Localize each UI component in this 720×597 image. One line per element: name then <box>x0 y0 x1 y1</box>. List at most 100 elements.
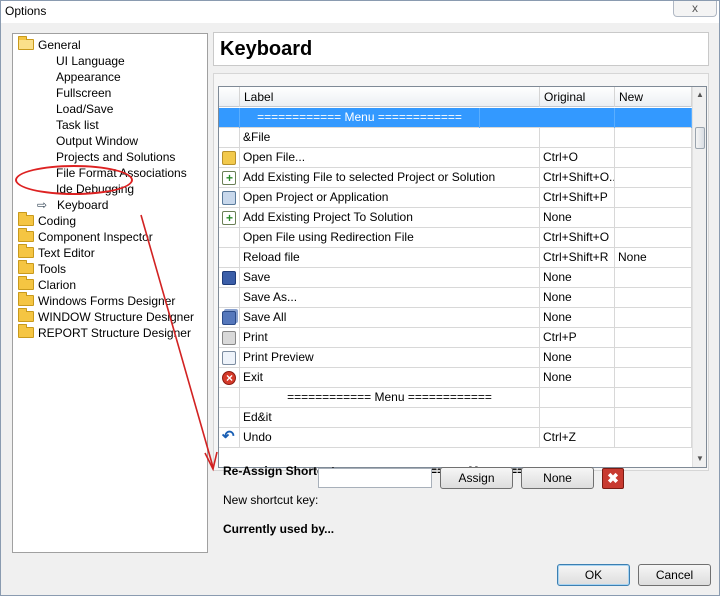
cell-original: Ctrl+Shift+O... <box>540 168 615 188</box>
tree-item-ui-language[interactable]: UI Language <box>56 53 125 69</box>
cell-label: Add Existing Project To Solution <box>240 208 540 228</box>
row-icon-cell <box>219 288 240 308</box>
tree-item-projects-and-solutions[interactable]: Projects and Solutions <box>56 149 175 165</box>
table-row[interactable]: Save As... None <box>219 288 692 308</box>
tree-item-report-structure-designer[interactable]: REPORT Structure Designer <box>18 324 191 341</box>
tree-item-label: General <box>38 38 81 52</box>
cell-original: Ctrl+Shift+O <box>540 228 615 248</box>
tree-item-label: Clarion <box>38 278 77 292</box>
section-header: Keyboard <box>213 32 709 66</box>
tree-item-label: Tools <box>38 262 67 276</box>
tree-item-component-inspector[interactable]: Component Inspector <box>18 228 153 245</box>
tree-item-task-list[interactable]: Task list <box>56 117 99 133</box>
folder-icon <box>18 260 34 274</box>
tree-item-window-structure-designer[interactable]: WINDOW Structure Designer <box>18 308 195 325</box>
folder-icon <box>18 276 34 290</box>
folder-icon <box>18 228 34 242</box>
undo-icon: ↶ <box>222 428 235 445</box>
table-row[interactable]: &File <box>219 128 692 148</box>
tree-item-clarion[interactable]: Clarion <box>18 276 77 293</box>
scroll-down-icon[interactable]: ▼ <box>693 451 706 467</box>
tree-item-keyboard[interactable]: ⇨ Keyboard <box>37 197 108 213</box>
column-header-original[interactable]: Original <box>540 87 615 107</box>
cell-new <box>615 168 692 188</box>
cell-original: Ctrl+O <box>540 148 615 168</box>
tree-item-output-window[interactable]: Output Window <box>56 133 138 149</box>
table-row[interactable]: ExitNone <box>219 368 692 388</box>
table-row[interactable]: Open Project or Application Ctrl+Shift+P <box>219 188 692 208</box>
cell-new <box>615 208 692 228</box>
tree-item-general[interactable]: General <box>18 36 81 53</box>
cell-original <box>540 128 615 148</box>
cell-label: Save <box>240 268 540 288</box>
folder-icon <box>18 244 34 258</box>
column-header-new[interactable]: New <box>615 87 692 107</box>
row-icon-cell <box>219 168 240 188</box>
folder-icon <box>18 292 34 306</box>
tree-item-label: WINDOW Structure Designer <box>38 310 195 324</box>
none-button[interactable]: None <box>521 467 594 489</box>
table-row[interactable]: ============ Menu ============ <box>219 388 692 408</box>
table-row[interactable]: Open File... Ctrl+O <box>219 148 692 168</box>
scroll-up-icon[interactable]: ▲ <box>693 87 706 103</box>
new-shortcut-label: New shortcut key: <box>223 493 319 507</box>
save-all-icon <box>222 311 236 325</box>
vertical-scrollbar[interactable]: ▲ ▼ <box>692 87 706 467</box>
cell-new <box>615 328 692 348</box>
grid-header-icon-col <box>219 87 240 107</box>
table-row[interactable]: ↶ Undo Ctrl+Z <box>219 428 692 448</box>
tree-item-text-editor[interactable]: Text Editor <box>18 244 95 261</box>
tree-item-load-save[interactable]: Load/Save <box>56 101 113 117</box>
tree-item-fullscreen[interactable]: Fullscreen <box>56 85 111 101</box>
table-row[interactable]: Add Existing File to selected Project or… <box>219 168 692 188</box>
save-icon <box>222 271 236 285</box>
clear-shortcut-button[interactable]: ✖ <box>602 468 624 489</box>
options-tree[interactable]: General UI Language Appearance Fullscreen Lo… <box>12 33 208 553</box>
table-row[interactable]: Print Preview None <box>219 348 692 368</box>
row-icon-cell <box>219 208 240 228</box>
cell-new <box>615 388 692 408</box>
tree-item-label: UI Language <box>56 54 125 68</box>
tree-item-label: Load/Save <box>56 102 114 116</box>
table-row[interactable]: Reload file Ctrl+Shift+R None <box>219 248 692 268</box>
tree-item-coding[interactable]: Coding <box>18 212 76 229</box>
close-button[interactable]: x <box>673 1 717 17</box>
tree-item-label: Text Editor <box>38 246 95 260</box>
cell-new <box>615 268 692 288</box>
table-row[interactable]: ============ Menu ============ <box>219 108 692 128</box>
row-icon-cell <box>219 308 240 328</box>
scroll-thumb[interactable] <box>695 127 705 149</box>
row-icon-cell <box>219 188 240 208</box>
shortcut-grid[interactable]: Label Original New ============ Menu ===… <box>218 86 707 468</box>
cell-new <box>615 188 692 208</box>
column-header-label[interactable]: Label <box>240 87 540 107</box>
cell-label: Open File... <box>240 148 540 168</box>
table-row[interactable]: Open File using Redirection File Ctrl+Shi… <box>219 228 692 248</box>
title-bar: Options x <box>1 1 719 23</box>
table-row[interactable]: Print Ctrl+P <box>219 328 692 348</box>
tree-item-tools[interactable]: Tools <box>18 260 67 277</box>
open-project-icon <box>222 191 236 205</box>
new-shortcut-input[interactable] <box>318 468 432 488</box>
tree-item-windows-forms-designer[interactable]: Windows Forms Designer <box>18 292 175 309</box>
ok-button[interactable]: OK <box>557 564 630 586</box>
row-icon-cell <box>219 408 240 428</box>
cell-new <box>615 368 692 388</box>
tree-item-appearance[interactable]: Appearance <box>56 69 121 85</box>
table-row[interactable]: Ed&it <box>219 408 692 428</box>
cancel-button[interactable]: Cancel <box>638 564 711 586</box>
tree-item-label: Task list <box>56 118 99 132</box>
print-preview-icon <box>222 351 236 365</box>
cell-label: Exit <box>240 368 540 388</box>
open-file-icon <box>222 151 236 165</box>
currently-used-label: Currently used by... <box>223 522 335 536</box>
table-row[interactable]: Save None <box>219 268 692 288</box>
table-row[interactable]: Add Existing Project To SolutionNone <box>219 208 692 228</box>
assign-button[interactable]: Assign <box>440 467 513 489</box>
tree-item-label: Component Inspector <box>38 230 153 244</box>
cell-original: None <box>540 288 615 308</box>
cell-new <box>615 108 692 128</box>
cell-label: Save All <box>240 308 540 328</box>
table-row[interactable]: Save All None <box>219 308 692 328</box>
cell-new <box>615 228 692 248</box>
